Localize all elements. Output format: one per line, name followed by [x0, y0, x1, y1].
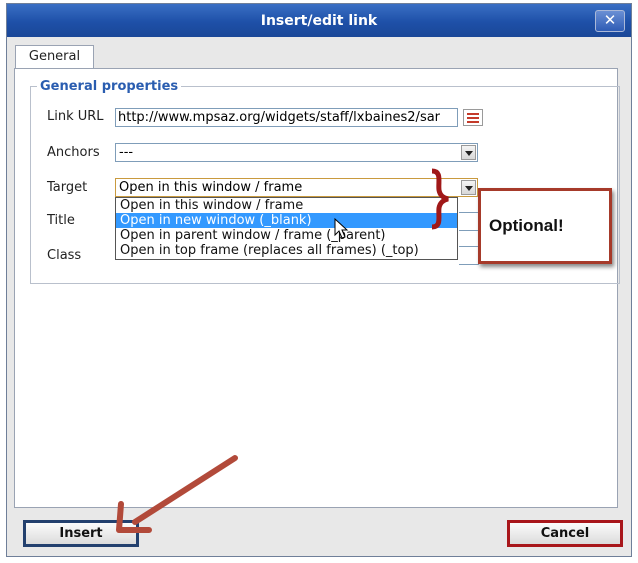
arrow-annotation-icon: [116, 455, 238, 533]
mouse-cursor-icon: [334, 218, 349, 239]
close-icon[interactable]: ✕: [595, 10, 625, 32]
brace-annotation-icon: [431, 168, 449, 230]
dropdown-option-highlighted[interactable]: Open in new window (_blank): [116, 213, 457, 228]
title-input[interactable]: [459, 212, 479, 231]
title-bar: Insert/edit link ✕: [7, 4, 631, 37]
class-input[interactable]: [459, 246, 479, 265]
link-url-label: Link URL: [47, 109, 104, 124]
target-label: Target: [47, 180, 88, 195]
target-select[interactable]: Open in this window / frame: [115, 178, 478, 197]
general-panel: General properties: [14, 68, 620, 508]
tab-general[interactable]: General: [15, 45, 94, 69]
anchors-select[interactable]: ---: [115, 143, 478, 162]
cancel-button[interactable]: Cancel: [507, 520, 623, 547]
dropdown-option[interactable]: Open in parent window / frame (_parent): [116, 228, 457, 243]
title-label: Title: [47, 213, 75, 228]
dropdown-option[interactable]: Open in top frame (replaces all frames) …: [116, 243, 457, 258]
chevron-down-icon[interactable]: [461, 145, 476, 160]
chevron-down-icon[interactable]: [461, 180, 476, 195]
target-selected-value: Open in this window / frame: [119, 180, 303, 195]
link-url-input[interactable]: http://www.mpsaz.org/widgets/staff/lxbai…: [115, 108, 458, 127]
browse-icon[interactable]: [463, 109, 483, 126]
anchors-selected-value: ---: [119, 145, 134, 160]
anchors-label: Anchors: [47, 145, 100, 160]
target-dropdown-list: Open in this window / frame Open in new …: [115, 197, 458, 260]
class-label: Class: [47, 248, 82, 263]
callout-text: Optional!: [489, 216, 564, 235]
section-legend: General properties: [40, 79, 179, 94]
dialog-title: Insert/edit link: [260, 13, 378, 29]
dropdown-option[interactable]: Open in this window / frame: [116, 198, 457, 213]
optional-callout: Optional!: [478, 188, 612, 264]
